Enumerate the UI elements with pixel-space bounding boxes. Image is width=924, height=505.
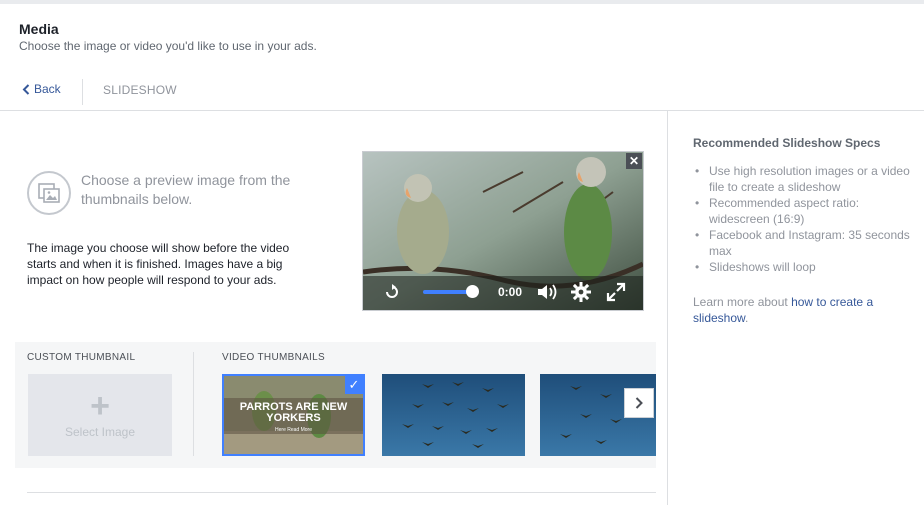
learn-more-prefix: Learn more about xyxy=(693,295,792,309)
progress-knob[interactable] xyxy=(466,285,479,298)
learn-more-text: Learn more about how to create a slidesh… xyxy=(693,294,903,326)
spec-item: Recommended aspect ratio: widescreen (16… xyxy=(693,195,918,227)
page-title: Media xyxy=(19,21,59,37)
section-divider xyxy=(27,492,656,493)
next-thumbnails-button[interactable] xyxy=(624,388,654,418)
plus-icon: + xyxy=(90,387,110,425)
check-icon: ✓ xyxy=(345,376,363,394)
spec-item: Slideshows will loop xyxy=(693,259,918,275)
preview-instruction: Choose a preview image from the thumbnai… xyxy=(81,172,291,207)
media-editor-panel: Choose a preview image from the thumbnai… xyxy=(3,111,668,505)
specs-list: Use high resolution images or a video fi… xyxy=(693,163,918,275)
replay-icon[interactable] xyxy=(383,283,401,301)
video-thumbnail-2[interactable] xyxy=(382,374,525,456)
select-image-label: Select Image xyxy=(64,425,136,439)
thumbnail-image xyxy=(382,374,525,456)
video-controls: 0:00 xyxy=(363,274,643,310)
chevron-left-icon xyxy=(22,83,30,95)
thumbnail-divider xyxy=(193,352,194,456)
back-button[interactable]: Back xyxy=(22,82,61,96)
thumbnail-picker: CUSTOM THUMBNAIL + Select Image VIDEO TH… xyxy=(15,342,656,468)
gear-icon[interactable] xyxy=(570,281,592,303)
learn-more-suffix: . xyxy=(745,311,749,325)
specs-sidebar: Recommended Slideshow Specs Use high res… xyxy=(669,111,924,505)
fullscreen-icon[interactable] xyxy=(606,282,626,302)
preview-image-icon xyxy=(27,171,71,215)
volume-icon[interactable] xyxy=(536,282,558,302)
time-display: 0:00 xyxy=(498,285,523,299)
back-label: Back xyxy=(34,82,61,96)
video-thumbnails-label: VIDEO THUMBNAILS xyxy=(222,352,325,363)
thumbnail-title: PARROTS ARE NEW YORKERS xyxy=(239,401,348,424)
spec-item: Facebook and Instagram: 35 seconds max xyxy=(693,227,918,259)
media-header: Media Choose the image or video you'd li… xyxy=(0,4,924,111)
video-preview-player[interactable]: ✕ 0:00 xyxy=(362,151,644,311)
select-image-button[interactable]: + Select Image xyxy=(28,374,172,456)
specs-title: Recommended Slideshow Specs xyxy=(693,136,881,150)
thumbnail-caption: Here Read More xyxy=(275,427,312,433)
chevron-right-icon xyxy=(635,397,643,409)
format-tab-slideshow: SLIDESHOW xyxy=(103,83,177,97)
spec-item: Use high resolution images or a video fi… xyxy=(693,163,918,195)
close-icon[interactable]: ✕ xyxy=(626,153,642,169)
preview-description: The image you choose will show before th… xyxy=(27,241,290,287)
page-subtitle: Choose the image or video you'd like to … xyxy=(19,39,317,53)
video-thumbnail-1[interactable]: PARROTS ARE NEW YORKERS Here Read More ✓ xyxy=(222,374,365,456)
custom-thumbnail-label: CUSTOM THUMBNAIL xyxy=(27,352,136,363)
header-divider xyxy=(82,79,83,105)
